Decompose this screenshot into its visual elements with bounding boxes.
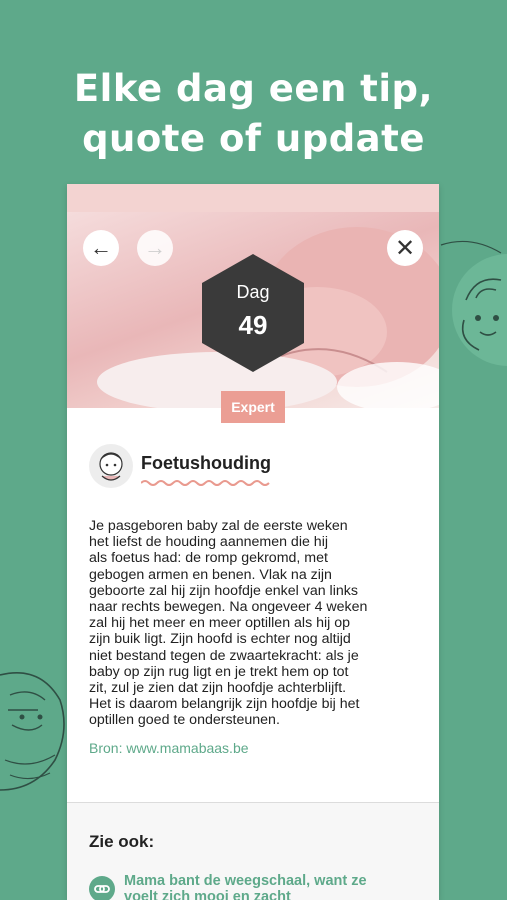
tip-body-line: het liefst de houding aannemen die hij — [89, 534, 328, 551]
close-button[interactable]: ✕ — [387, 230, 423, 266]
tip-title: Foetushouding — [141, 453, 271, 473]
tip-body-line: zijn buik ligt. Zijn hoofd is echter nog… — [89, 631, 351, 648]
link-icon — [89, 876, 115, 900]
tip-body-line: zit, zul je zien dat zijn hoofdje achter… — [89, 680, 347, 697]
tip-body-line: optillen goed te ondersteunen. — [89, 712, 280, 729]
tip-body-line: baby op zijn rug ligt en je trekt hem op… — [89, 663, 349, 680]
category-badge: Expert — [221, 391, 285, 423]
tip-body-line: Je pasgeboren baby zal de eerste weken — [89, 518, 348, 534]
tip-body-line: zal hij het meer en meer optillen als hi… — [89, 615, 351, 632]
tip-body-line: gebogen armen en benen. Vlak na zijn — [89, 566, 332, 583]
doodle-character-right — [440, 240, 507, 366]
forward-button[interactable]: → — [137, 230, 173, 266]
tip-body: Je pasgeboren baby zal de eerste weken h… — [89, 518, 429, 729]
see-also-link[interactable]: Mama bant de weegschaal, want ze voelt z… — [124, 873, 424, 900]
headline-line-1: Elke dag een tip, — [73, 67, 434, 110]
day-label: Dag — [236, 282, 270, 302]
day-number: 49 — [238, 310, 268, 340]
source-link[interactable]: Bron: www.mamabaas.be — [89, 740, 249, 756]
promo-headline: Elke dag een tip, quote of update — [0, 64, 507, 164]
day-hexagon: Dag 49 — [200, 252, 306, 374]
headline-line-2: quote of update — [82, 117, 425, 160]
tip-body-line: niet bestand tegen de zwaartekracht: als… — [89, 647, 359, 664]
back-button[interactable]: ← — [83, 230, 119, 266]
title-underline-wave — [141, 480, 270, 486]
tip-body-line: geboorte zal hij zijn hoofdje enkel van … — [89, 582, 358, 599]
tip-card: ← → ✕ Dag 49 Expert Foetushouding Je pas… — [67, 184, 439, 900]
tip-body-line: Het is daarom belangrijk zijn hoofdje bi… — [89, 696, 360, 713]
see-also-link-line-2: voelt zich mooi en zacht — [124, 889, 291, 900]
doodle-character-left — [0, 671, 65, 791]
baby-avatar-icon — [99, 452, 123, 481]
arrow-left-icon: ← — [90, 235, 112, 260]
see-also-link-line-1: Mama bant de weegschaal, want ze — [124, 873, 367, 889]
baby-photo: ← → ✕ Dag 49 — [67, 212, 439, 408]
close-icon: ✕ — [394, 234, 416, 262]
tip-body-line: naar rechts bewegen. Na ongeveer 4 weken — [89, 599, 368, 616]
card-top-bar — [67, 184, 439, 212]
arrow-right-icon: → — [144, 235, 166, 260]
tip-body-line: als foetus had: de romp gekromd, met — [89, 550, 328, 567]
avatar — [89, 444, 133, 488]
see-also-title: Zie ook: — [89, 832, 155, 851]
